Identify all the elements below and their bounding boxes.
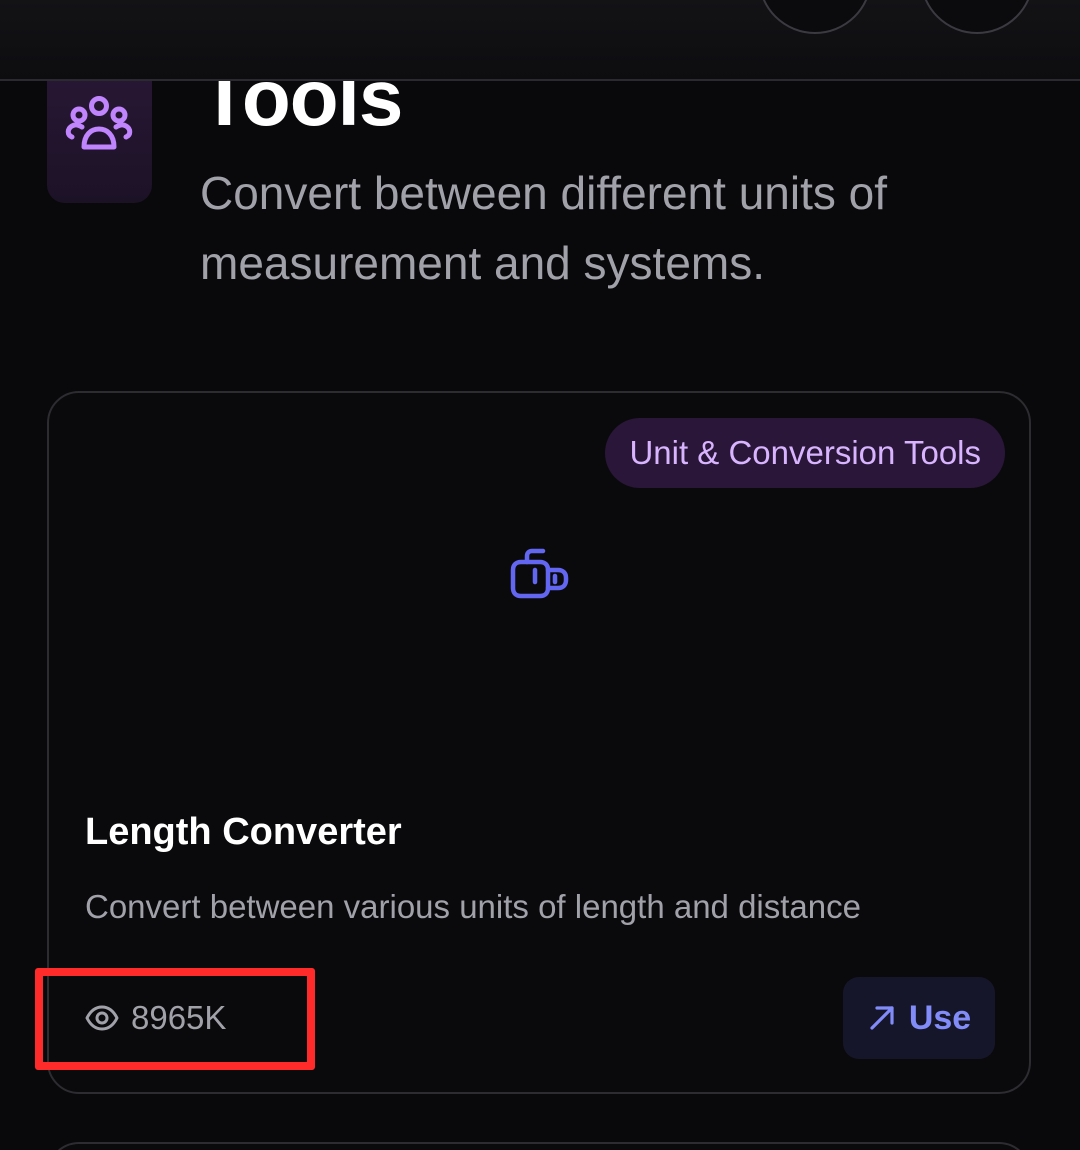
- top-bar: [0, 0, 1080, 81]
- highlight-box: [35, 968, 315, 1070]
- topbar-button-right[interactable]: [920, 0, 1034, 34]
- page: Tools Convert between different units of…: [0, 0, 1080, 1150]
- users-group-icon: [65, 96, 133, 150]
- use-button[interactable]: Use: [843, 977, 995, 1059]
- use-button-label: Use: [908, 998, 972, 1037]
- category-badge: Unit & Conversion Tools: [605, 418, 1005, 488]
- tool-title[interactable]: Length Converter: [85, 811, 402, 854]
- convert-icon: [510, 548, 569, 599]
- next-tool-card[interactable]: [47, 1142, 1031, 1150]
- topbar-button-left[interactable]: [758, 0, 872, 34]
- tool-description: Convert between various units of length …: [85, 888, 861, 925]
- arrow-up-right-icon: [870, 1006, 894, 1030]
- page-subtitle: Convert between different units of measu…: [200, 167, 888, 289]
